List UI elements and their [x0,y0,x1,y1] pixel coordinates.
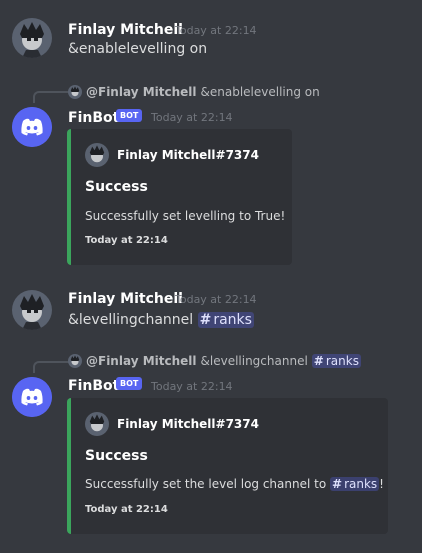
embed-footer: Today at 22:14 [85,504,168,515]
username[interactable]: Finlay Mitchell [68,22,183,38]
channel-mention[interactable]: # ranks [197,312,254,328]
reply-username: @Finlay Mitchell [86,354,197,368]
reply-preview[interactable]: @Finlay Mitchell &enablelevelling on [68,85,320,99]
embed-description: Successfully set levelling to True! [85,209,286,223]
message-finbot-1: @Finlay Mitchell &enablelevelling on Fin… [0,80,422,270]
discord-logo-icon [12,377,52,417]
reply-avatar-icon [68,354,82,368]
embed-description: Successfully set the level log channel t… [85,477,384,491]
timestamp: Today at 22:14 [151,111,233,124]
channel-mention[interactable]: # ranks [311,354,361,368]
embed-author-avatar-icon [85,143,109,167]
bot-avatar[interactable] [12,377,52,417]
embed-author: Finlay Mitchell#7374 [85,143,259,167]
username[interactable]: FinBot [68,378,119,394]
embed-author-name: Finlay Mitchell#7374 [117,417,259,431]
hash-icon: # [199,312,212,328]
bot-avatar[interactable] [12,107,52,147]
reply-username: @Finlay Mitchell [86,85,197,99]
embed-footer: Today at 22:14 [85,235,168,246]
reply-spine [33,91,69,103]
discord-logo-icon [12,107,52,147]
message-content-text: &levellingchannel [68,312,194,328]
user-avatar-icon [12,290,52,330]
reply-preview[interactable]: @Finlay Mitchell &levellingchannel # rank… [68,354,361,368]
hash-icon: # [332,477,343,491]
user-avatar[interactable] [12,290,52,330]
reply-spine [33,361,69,373]
message-content: &enablelevelling on [68,41,208,57]
embed-author-avatar-icon [85,412,109,436]
embed-title: Success [85,179,148,195]
embed-title: Success [85,448,148,464]
embed: Finlay Mitchell#7374 Success Successfull… [67,398,388,534]
username[interactable]: Finlay Mitchell [68,291,183,307]
embed-author: Finlay Mitchell#7374 [85,412,259,436]
timestamp: Today at 22:14 [175,24,257,37]
bot-badge: BOT [116,109,143,122]
channel-mention[interactable]: # ranks [330,477,380,491]
reply-text: &enablelevelling on [200,85,320,99]
channel-name: ranks [344,477,378,491]
embed-author-name: Finlay Mitchell#7374 [117,148,259,162]
message-finbot-2: @Finlay Mitchell &levellingchannel # rank… [0,350,422,553]
reply-text: &levellingchannel [200,354,308,368]
user-avatar-icon [12,18,52,58]
message-finlay-1: Finlay Mitchell Today at 22:14 &enablele… [0,0,422,80]
embed: Finlay Mitchell#7374 Success Successfull… [67,129,292,265]
embed-description-text: Successfully set the level log channel t… [85,477,327,491]
message-content: &levellingchannel # ranks [68,312,254,328]
bot-badge: BOT [116,377,143,390]
user-avatar[interactable] [12,18,52,58]
hash-icon: # [313,354,324,368]
reply-avatar-icon [68,85,82,99]
channel-name: ranks [213,312,252,328]
embed-description-suffix: ! [379,477,384,491]
timestamp: Today at 22:14 [151,380,233,393]
timestamp: Today at 22:14 [175,293,257,306]
message-finlay-2: Finlay Mitchell Today at 22:14 &levellin… [0,270,422,350]
username[interactable]: FinBot [68,110,119,126]
channel-name: ranks [325,354,359,368]
